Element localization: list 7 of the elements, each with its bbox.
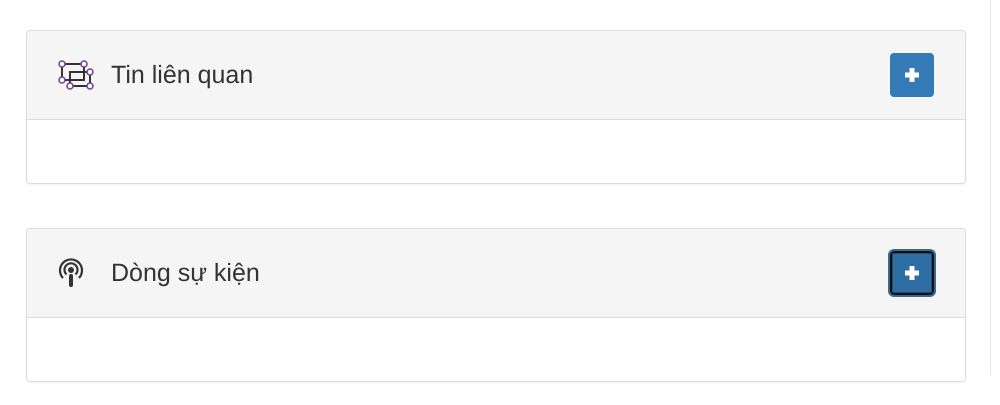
podcast-icon: [57, 258, 85, 288]
plus-icon: [902, 263, 922, 283]
panel-title: Dòng sự kiện: [111, 258, 261, 288]
nodes-icon: [57, 60, 95, 90]
add-button[interactable]: [890, 251, 934, 295]
plus-icon: [902, 65, 922, 85]
panel-title: Tin liên quan: [111, 60, 254, 90]
